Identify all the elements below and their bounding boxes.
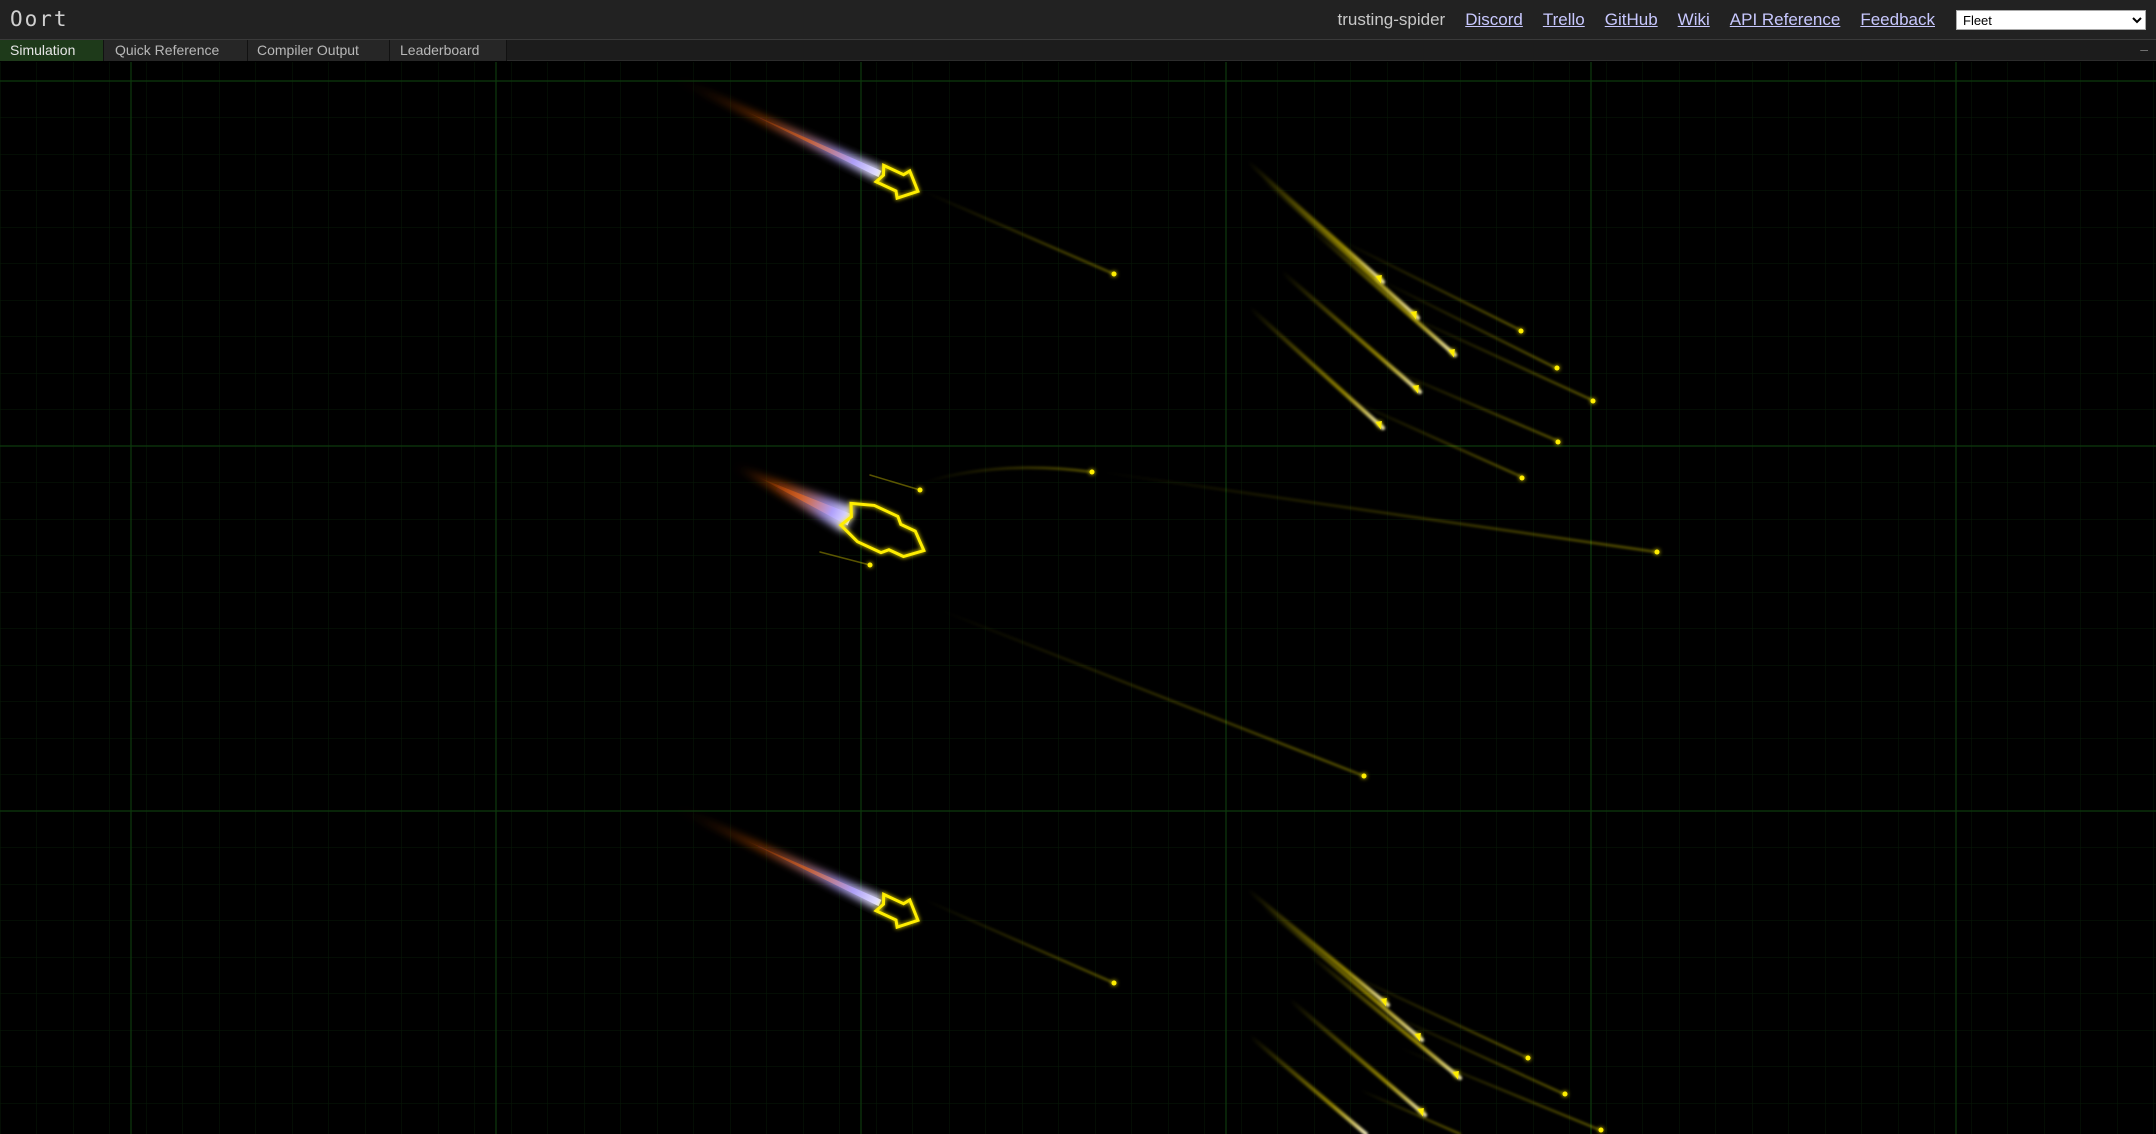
tab-quick-reference[interactable]: Quick Reference bbox=[104, 40, 248, 61]
wiki-link[interactable]: Wiki bbox=[1678, 10, 1710, 30]
username-label: trusting-spider bbox=[1337, 10, 1446, 29]
feedback-link[interactable]: Feedback bbox=[1860, 10, 1935, 30]
simulation-canvas[interactable] bbox=[0, 62, 2156, 1134]
tab-bar: Simulation Quick Reference Compiler Outp… bbox=[0, 40, 2156, 61]
tab-compiler-output[interactable]: Compiler Output bbox=[248, 40, 390, 61]
grid bbox=[0, 62, 2156, 1134]
tab-leaderboard[interactable]: Leaderboard bbox=[390, 40, 507, 61]
github-link[interactable]: GitHub bbox=[1605, 10, 1658, 30]
minor-grid bbox=[0, 62, 2156, 1134]
collapse-icon[interactable]: – bbox=[2140, 40, 2148, 61]
api-reference-link[interactable]: API Reference bbox=[1730, 10, 1841, 30]
top-bar: Oort trusting-spider Discord Trello GitH… bbox=[0, 0, 2156, 40]
trello-link[interactable]: Trello bbox=[1543, 10, 1585, 30]
discord-link[interactable]: Discord bbox=[1465, 10, 1523, 30]
top-nav: trusting-spider Discord Trello GitHub Wi… bbox=[1337, 0, 2146, 40]
tab-simulation[interactable]: Simulation bbox=[0, 40, 104, 61]
scenario-select[interactable]: Fleet bbox=[1956, 10, 2146, 30]
app-title: Oort bbox=[10, 7, 69, 31]
simulation-view bbox=[0, 62, 2156, 1134]
